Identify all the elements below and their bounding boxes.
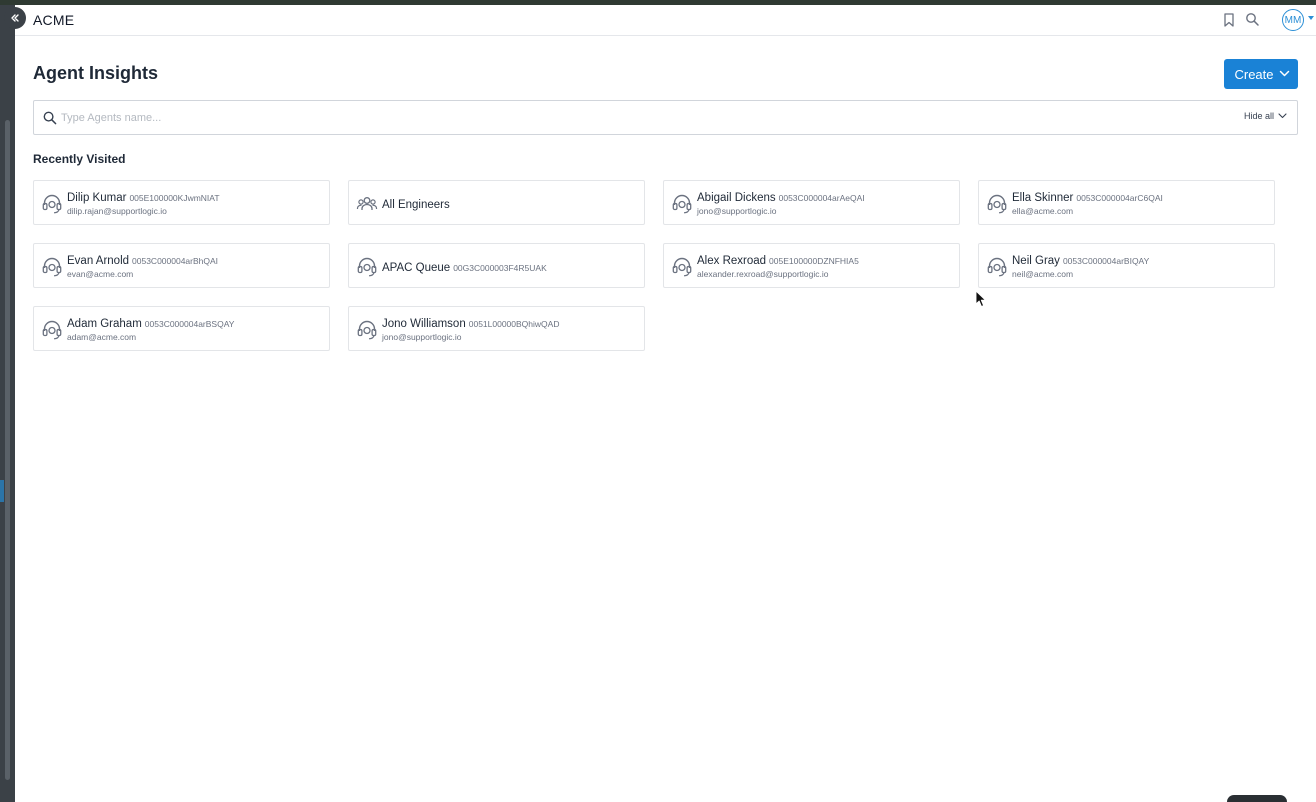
card-title-line: All Engineers bbox=[382, 195, 450, 213]
recent-card-agent[interactable]: Alex Rexroad 005E100000DZNFHIA5 alexander… bbox=[663, 243, 960, 288]
app-main: ACME MM Agent Insights Create Type Agent… bbox=[15, 5, 1316, 802]
card-title-line: APAC Queue 00G3C000003F4R5UAK bbox=[382, 258, 547, 276]
bookmark-icon[interactable] bbox=[1222, 12, 1236, 28]
card-title-line: Alex Rexroad 005E100000DZNFHIA5 bbox=[697, 251, 859, 269]
agent-id: 0053C000004arBIQAY bbox=[1062, 256, 1150, 266]
group-name: All Engineers bbox=[382, 199, 450, 211]
floating-widget-tab[interactable] bbox=[1227, 795, 1287, 802]
recent-card-group[interactable]: All Engineers bbox=[348, 180, 645, 225]
chevron-down-icon bbox=[1279, 70, 1289, 77]
agent-name: Alex Rexroad bbox=[697, 255, 767, 267]
hide-all-toggle[interactable]: Hide all bbox=[1244, 111, 1287, 121]
users-icon bbox=[356, 197, 378, 210]
page-title: Agent Insights bbox=[33, 63, 158, 83]
agent-email: dilip.rajan@supportlogic.io bbox=[67, 206, 167, 216]
left-rail-scrollbar[interactable] bbox=[5, 120, 10, 780]
recent-card-agent[interactable]: Dilip Kumar 005E100000KJwmNIAT dilip.raja… bbox=[33, 180, 330, 225]
agent-name: Adam Graham bbox=[67, 318, 142, 330]
double-chevron-left-icon bbox=[11, 14, 19, 22]
agent-search-bar: Hide all bbox=[33, 100, 1298, 135]
recent-card-agent[interactable]: Jono Williamson 0051L00000BQhiwQAD jono@s… bbox=[348, 306, 645, 351]
headset-icon bbox=[42, 257, 62, 277]
top-header: ACME MM bbox=[15, 5, 1316, 36]
header-actions: MM bbox=[1176, 5, 1316, 36]
card-title-line: Adam Graham 0053C000004arBSQAY bbox=[67, 314, 234, 332]
recent-card-agent[interactable]: Abigail Dickens 0053C000004arAeQAI jono@s… bbox=[663, 180, 960, 225]
agent-email: jono@supportlogic.io bbox=[382, 332, 462, 342]
agent-id: 0051L00000BQhiwQAD bbox=[468, 319, 560, 329]
agent-name: Evan Arnold bbox=[67, 255, 130, 267]
search-icon bbox=[43, 111, 57, 125]
headset-icon bbox=[987, 257, 1007, 277]
card-title-line: Ella Skinner 0053C000004arC6QAI bbox=[1012, 188, 1163, 206]
agent-id: 0053C000004arAeQAI bbox=[778, 193, 865, 203]
agent-id: 0053C000004arC6QAI bbox=[1076, 193, 1163, 203]
queue-name: APAC Queue bbox=[382, 262, 451, 274]
recent-card-queue[interactable]: APAC Queue 00G3C000003F4R5UAK bbox=[348, 243, 645, 288]
headset-icon bbox=[672, 257, 692, 277]
left-rail-active-marker bbox=[0, 480, 4, 502]
queue-id: 00G3C000003F4R5UAK bbox=[453, 263, 547, 273]
caret-down-icon[interactable] bbox=[1307, 15, 1315, 21]
left-navigation-rail bbox=[0, 5, 15, 802]
headset-icon bbox=[987, 194, 1007, 214]
agent-name: Ella Skinner bbox=[1012, 192, 1074, 204]
agent-name: Dilip Kumar bbox=[67, 192, 127, 204]
recent-card-agent[interactable]: Adam Graham 0053C000004arBSQAY adam@acme.… bbox=[33, 306, 330, 351]
agent-email: neil@acme.com bbox=[1012, 269, 1074, 279]
agent-name: Abigail Dickens bbox=[697, 192, 776, 204]
recent-card-agent[interactable]: Evan Arnold 0053C000004arBhQAI evan@acme.… bbox=[33, 243, 330, 288]
hide-all-label: Hide all bbox=[1243, 111, 1274, 121]
card-title-line: Abigail Dickens 0053C000004arAeQAI bbox=[697, 188, 865, 206]
agent-email: evan@acme.com bbox=[67, 269, 134, 279]
card-title-line: Neil Gray 0053C000004arBIQAY bbox=[1012, 251, 1149, 269]
agent-email: jono@supportlogic.io bbox=[697, 206, 777, 216]
agent-name: Neil Gray bbox=[1012, 255, 1060, 267]
agent-id: 0053C000004arBSQAY bbox=[144, 319, 235, 329]
chevron-down-icon bbox=[1278, 113, 1287, 119]
agent-id: 0053C000004arBhQAI bbox=[132, 256, 219, 266]
search-icon[interactable] bbox=[1245, 12, 1260, 27]
card-title-line: Evan Arnold 0053C000004arBhQAI bbox=[67, 251, 218, 269]
recent-card-agent[interactable]: Neil Gray 0053C000004arBIQAY neil@acme.co… bbox=[978, 243, 1275, 288]
recent-card-agent[interactable]: Ella Skinner 0053C000004arC6QAI ella@acme… bbox=[978, 180, 1275, 225]
brand-logo-text[interactable]: ACME bbox=[33, 12, 74, 28]
headset-icon bbox=[672, 194, 692, 214]
headset-icon bbox=[42, 194, 62, 214]
create-button[interactable]: Create bbox=[1224, 59, 1298, 89]
headset-icon bbox=[357, 257, 377, 277]
headset-icon bbox=[42, 320, 62, 340]
agent-id: 005E100000DZNFHIA5 bbox=[769, 256, 859, 266]
agent-email: adam@acme.com bbox=[67, 332, 137, 342]
agent-name: Jono Williamson bbox=[382, 318, 466, 330]
agent-search-input[interactable] bbox=[61, 108, 1161, 128]
recently-visited-title: Recently Visited bbox=[33, 152, 126, 166]
agent-id: 005E100000KJwmNIAT bbox=[129, 193, 220, 203]
mouse-cursor-icon bbox=[975, 290, 986, 307]
card-title-line: Jono Williamson 0051L00000BQhiwQAD bbox=[382, 314, 559, 332]
agent-email: ella@acme.com bbox=[1012, 206, 1074, 216]
create-button-label: Create bbox=[1234, 66, 1274, 82]
user-avatar[interactable]: MM bbox=[1282, 9, 1304, 31]
headset-icon bbox=[357, 320, 377, 340]
card-title-line: Dilip Kumar 005E100000KJwmNIAT bbox=[67, 188, 220, 206]
collapse-sidebar-button[interactable] bbox=[4, 7, 26, 29]
agent-email: alexander.rexroad@supportlogic.io bbox=[697, 269, 829, 279]
